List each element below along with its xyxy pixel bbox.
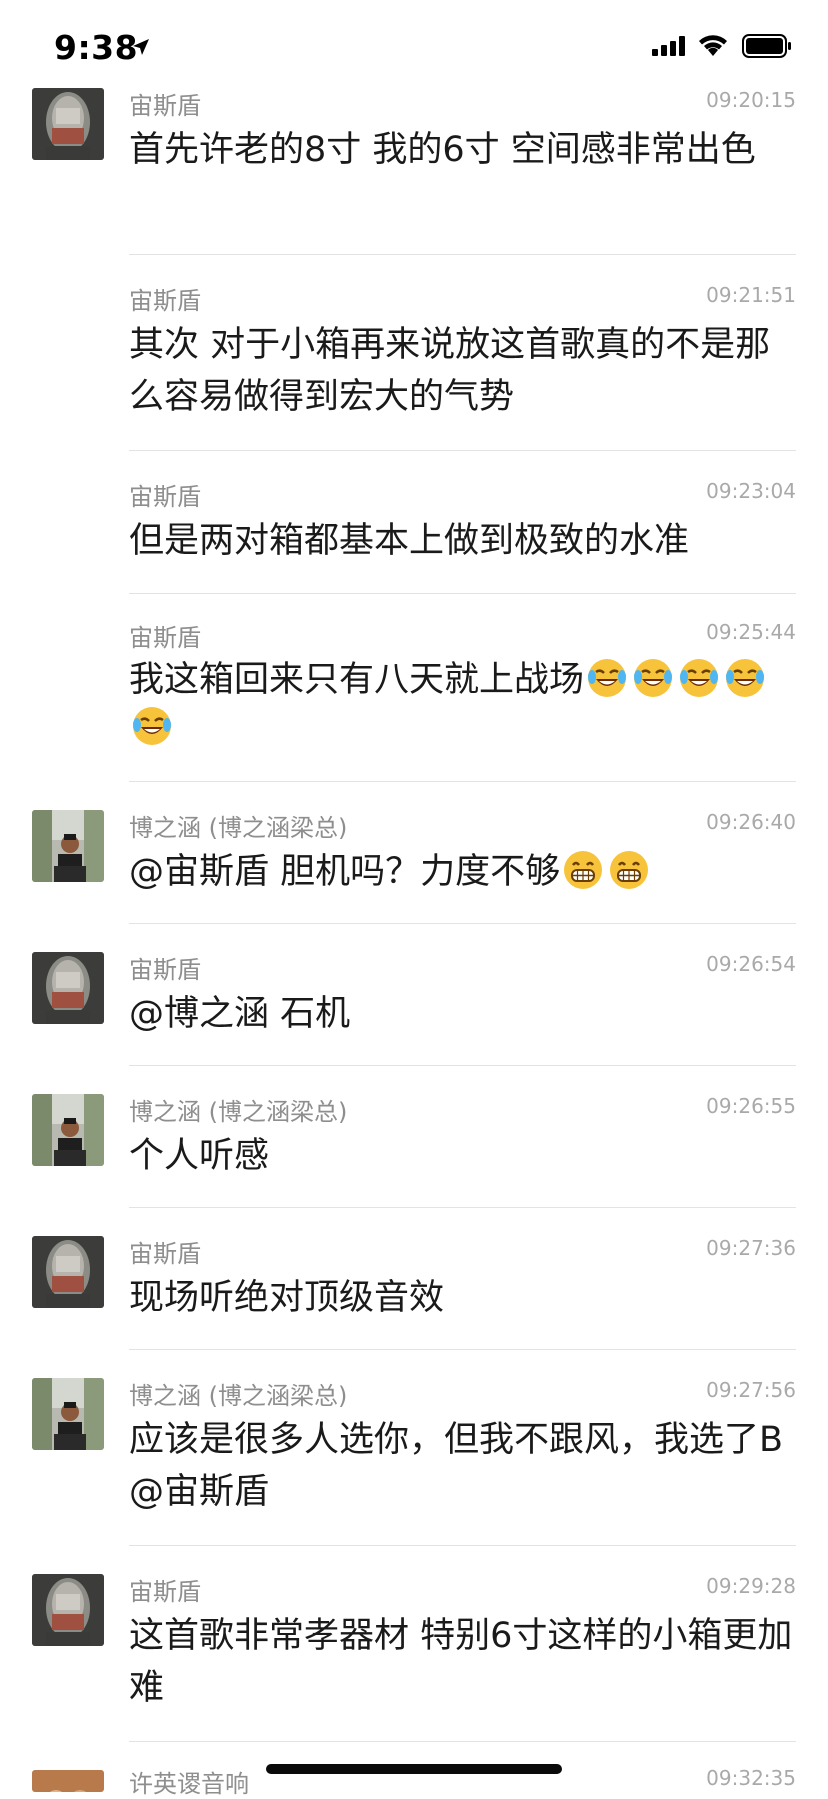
message-time: 09:32:35 [706,1766,796,1790]
laugh-cry-emoji-icon [724,657,766,699]
sender-name: 博之涵 (博之涵梁总) [129,814,348,842]
avatar[interactable] [32,1574,104,1646]
avatar[interactable] [32,810,104,882]
message-text: @博之涵 石机 [129,994,351,1034]
message-time: 09:20:15 [706,88,796,112]
message-text: 现场听绝对顶级音效 [129,1278,445,1318]
message-time: 09:26:55 [706,1094,796,1118]
message-text-content: 我这箱回来只有八天就上战场 [129,660,585,700]
avatar[interactable] [32,1094,104,1166]
sender-name: 宙斯盾 [129,483,201,511]
home-indicator[interactable] [266,1764,562,1774]
avatar[interactable] [32,1236,104,1308]
divider [129,1741,796,1742]
sender-name: 博之涵 (博之涵梁总) [129,1098,348,1126]
message-text: 这首歌非常孝器材 特别6寸这样的小箱更加难 [129,1616,793,1708]
message-time: 09:27:36 [706,1236,796,1260]
message-time: 09:29:28 [706,1574,796,1598]
laugh-cry-emoji-icon [586,657,628,699]
message-text: 我这箱回来只有八天就上战场 [129,656,795,752]
divider [129,1207,796,1208]
laugh-cry-emoji-icon [632,657,674,699]
divider [129,1545,796,1546]
avatar-person-image [32,1094,104,1166]
message-time: 09:26:54 [706,952,796,976]
avatar-couple-image [32,1770,104,1792]
message-text: 个人听感 [129,1136,270,1176]
message-text: 但是两对箱都基本上做到极致的水准 [129,521,690,561]
message-text: 其次 对于小箱再来说放这首歌真的不是那么容易做得到宏大的气势 [129,325,771,417]
divider [129,254,796,255]
message-time: 09:21:51 [706,283,796,307]
avatar[interactable] [32,88,104,160]
message-time: 09:25:44 [706,620,796,644]
divider [129,1349,796,1350]
divider [129,1065,796,1066]
divider [129,781,796,782]
laugh-cry-emoji-icon [678,657,720,699]
message-time: 09:26:40 [706,810,796,834]
laugh-cry-emoji-icon [131,705,173,747]
avatar[interactable] [32,952,104,1024]
avatar-tube-image [32,88,104,160]
message-text: @宙斯盾 胆机吗？力度不够 [129,846,795,898]
avatar-tube-image [32,1236,104,1308]
divider [129,923,796,924]
message-text: 应该是很多人选你，但我不跟风，我选了B@宙斯盾 [129,1420,784,1512]
message-time: 09:23:04 [706,479,796,503]
divider [129,450,796,451]
avatar-person-image [32,1378,104,1450]
grin-emoji-icon [608,849,650,891]
message-time: 09:27:56 [706,1378,796,1402]
avatar-tube-image [32,1574,104,1646]
sender-name: 宙斯盾 [129,1578,201,1606]
avatar-tube-image [32,952,104,1024]
sender-name: 宙斯盾 [129,92,201,120]
avatar-person-image [32,810,104,882]
sender-name: 宙斯盾 [129,1240,201,1268]
avatar[interactable] [32,1770,104,1792]
chat-message-list[interactable]: 宙斯盾 09:20:15 首先许老的8寸 我的6寸 空间感非常出色 宙斯盾 09… [0,0,828,1798]
divider [129,593,796,594]
message-text: 首先许老的8寸 我的6寸 空间感非常出色 [129,130,756,170]
grin-emoji-icon [562,849,604,891]
avatar[interactable] [32,1378,104,1450]
sender-name: 许英谡音响 [129,1770,249,1798]
sender-name: 宙斯盾 [129,624,201,652]
message-text-content: @宙斯盾 胆机吗？力度不够 [129,852,561,892]
sender-name: 宙斯盾 [129,287,201,315]
sender-name: 博之涵 (博之涵梁总) [129,1382,348,1410]
sender-name: 宙斯盾 [129,956,201,984]
